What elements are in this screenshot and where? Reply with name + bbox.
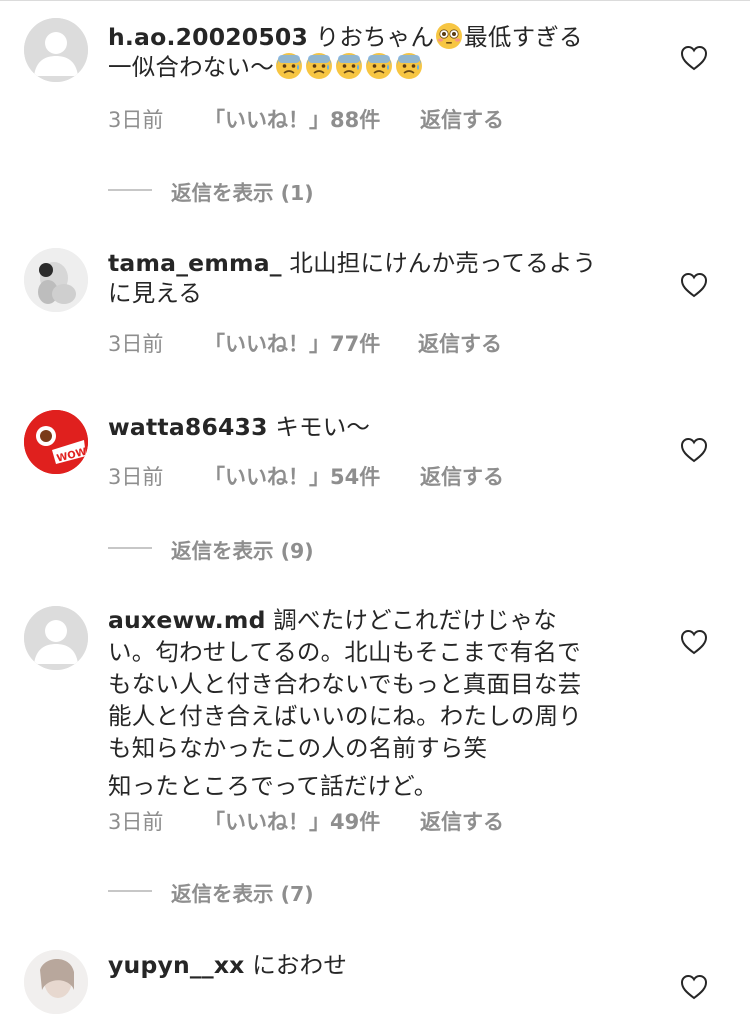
likes-count[interactable]: 「いいね！」54件 (204, 461, 380, 491)
reply-button[interactable]: 返信する (420, 104, 504, 134)
view-replies-label: 返信を表示 (9) (171, 539, 314, 563)
photo-avatar-image (24, 248, 88, 312)
reply-button[interactable]: 返信する (420, 806, 504, 836)
comment-timestamp: 3日前 (108, 332, 164, 356)
view-replies-label: 返信を表示 (1) (171, 181, 314, 205)
likes-count[interactable]: 「いいね！」88件 (204, 104, 380, 134)
comment-username[interactable]: tama_emma_ (108, 249, 282, 277)
avatar[interactable] (24, 606, 88, 670)
top-divider (0, 0, 750, 1)
comment-username[interactable]: watta86433 (108, 413, 268, 441)
replies-divider (108, 890, 152, 892)
anxious-sweat-face-emoji-icon (335, 53, 362, 79)
avatar[interactable] (24, 248, 88, 312)
reply-button[interactable]: 返信する (420, 461, 504, 491)
likes-count[interactable]: 「いいね！」77件 (204, 328, 380, 358)
photo-avatar-image (24, 950, 88, 1014)
anxious-sweat-face-emoji-icon (365, 53, 392, 79)
heart-icon[interactable] (680, 272, 708, 298)
comment-username[interactable]: auxeww.md (108, 606, 266, 634)
comment-timestamp: 3日前 (108, 810, 164, 834)
heart-icon[interactable] (680, 437, 708, 463)
comment-timestamp: 3日前 (108, 108, 164, 132)
comment-username[interactable]: h.ao.20020503 (108, 23, 308, 51)
comment-text: auxeww.md 調べたけどこれだけじゃな い。匂わせしてるの。北山もそこまで… (108, 604, 638, 802)
comment-body-line: もない人と付き合わないでもっと真面目な芸 (108, 670, 582, 698)
red-wow-avatar-image: WOW (24, 410, 88, 474)
avatar[interactable]: WOW (24, 410, 88, 474)
comment-body-line: 知ったところでって話だけど。 (108, 772, 438, 800)
comment-text: h.ao.20020503 りおちゃん 最低すぎる 一似合わない〜 (108, 22, 638, 82)
comment-timestamp: 3日前 (108, 465, 164, 489)
replies-divider (108, 189, 152, 191)
avatar[interactable] (24, 950, 88, 1014)
emoji-row (274, 53, 424, 81)
likes-count[interactable]: 「いいね！」49件 (204, 806, 380, 836)
anxious-sweat-face-emoji-icon (275, 53, 302, 79)
heart-icon[interactable] (680, 45, 708, 71)
comment-text: yupyn__xx におわせ (108, 950, 638, 980)
comment-body-line: 能人と付き合えばいいのにね。わたしの周り (108, 702, 582, 730)
comment-body: 調べたけどこれだけじゃな (265, 606, 558, 634)
comment-username[interactable]: yupyn__xx (108, 951, 245, 979)
comment-text: tama_emma_ 北山担にけんか売ってるよう に見える (108, 248, 638, 308)
comment-body-cont: 最低すぎる (464, 23, 583, 51)
comment-body: キモい〜 (267, 413, 371, 441)
avatar[interactable] (24, 18, 88, 82)
view-replies-label: 返信を表示 (7) (171, 882, 314, 906)
flushed-face-emoji-icon (436, 23, 463, 49)
default-avatar-icon (24, 18, 88, 82)
comment-body-line: も知らなかったこの人の名前すら笑 (108, 734, 488, 762)
comment-body: におわせ (244, 951, 348, 979)
comment-body: りおちゃん (308, 23, 435, 51)
comment-body: 北山担にけんか売ってるよう (281, 249, 597, 277)
reply-button[interactable]: 返信する (418, 328, 502, 358)
heart-icon[interactable] (680, 629, 708, 655)
comment-body-line2: 一似合わない〜 (108, 53, 274, 81)
comment-text: watta86433 キモい〜 (108, 412, 638, 442)
default-avatar-icon (24, 606, 88, 670)
replies-divider (108, 547, 152, 549)
comment-body-line: い。匂わせしてるの。北山もそこまで有名で (108, 638, 581, 666)
anxious-sweat-face-emoji-icon (395, 53, 422, 79)
anxious-sweat-face-emoji-icon (305, 53, 332, 79)
heart-icon[interactable] (680, 974, 708, 1000)
comment-body-line2: に見える (108, 279, 203, 307)
